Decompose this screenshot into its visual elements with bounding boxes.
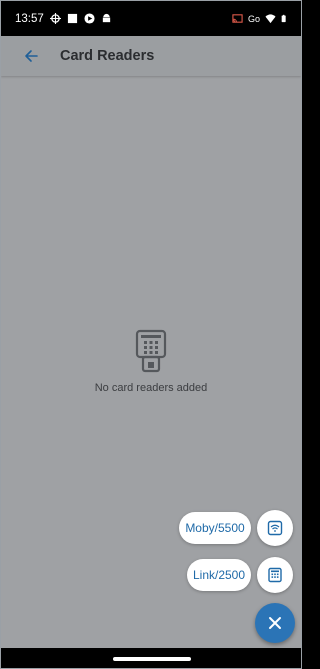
close-fab-button[interactable] <box>255 603 295 643</box>
card-reader-icon <box>135 329 167 373</box>
app-bar: Card Readers <box>1 36 301 76</box>
link-2500-button[interactable] <box>257 557 293 593</box>
status-left: 13:57 <box>15 13 112 25</box>
moby-5500-label[interactable]: Moby/5500 <box>179 512 251 544</box>
square-icon <box>67 13 77 24</box>
crosshair-icon <box>49 13 61 24</box>
screen: 13:57 Go Card Readers No card readers ad… <box>0 0 302 669</box>
navigation-bar <box>1 648 301 668</box>
empty-state: No card readers added <box>1 329 301 394</box>
keypad-reader-icon <box>268 567 282 583</box>
wireless-reader-icon <box>267 520 283 536</box>
arrow-left-icon <box>25 50 38 62</box>
close-icon <box>269 617 281 629</box>
back-button[interactable] <box>16 41 46 71</box>
battery-icon <box>281 14 286 23</box>
status-right: Go <box>232 13 289 24</box>
go-icon: Go <box>247 13 260 24</box>
speed-dial-item-link[interactable]: Link/2500 <box>187 557 293 593</box>
speed-dial-item-moby[interactable]: Moby/5500 <box>179 510 293 546</box>
link-2500-label[interactable]: Link/2500 <box>187 559 251 591</box>
page-title: Card Readers <box>60 48 155 64</box>
empty-state-message: No card readers added <box>94 382 208 394</box>
wifi-icon <box>265 14 276 24</box>
home-indicator[interactable] <box>113 657 191 661</box>
cast-icon <box>232 14 243 23</box>
status-time: 13:57 <box>15 12 44 25</box>
status-bar: 13:57 Go <box>1 1 301 36</box>
android-icon <box>102 13 110 23</box>
moby-5500-button[interactable] <box>257 510 293 546</box>
play-icon <box>84 13 95 24</box>
